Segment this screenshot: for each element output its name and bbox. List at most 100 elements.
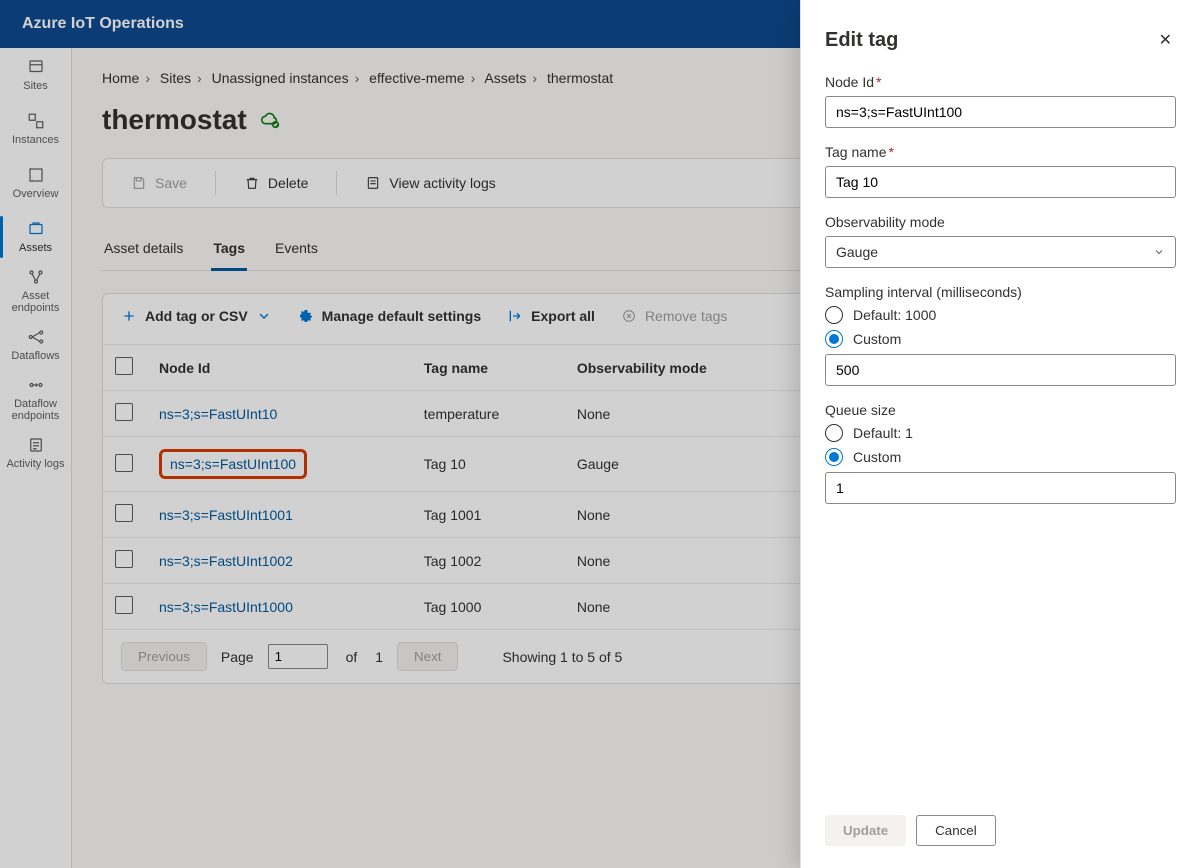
sidebar-item-assets[interactable]: Assets — [0, 210, 71, 264]
previous-button: Previous — [121, 642, 207, 671]
asset-endpoints-icon — [27, 268, 45, 286]
obs-mode-cell: Gauge — [565, 437, 802, 492]
gear-icon — [298, 308, 314, 324]
radio-icon — [825, 330, 843, 348]
panel-title: Edit tag — [825, 29, 898, 52]
sidebar-item-overview[interactable]: Overview — [0, 156, 71, 210]
row-checkbox[interactable] — [115, 403, 133, 421]
edit-tag-panel: Edit tag ✕ Node Id* Tag name* Observabil… — [800, 0, 1200, 868]
sampling-value-input[interactable] — [825, 354, 1176, 386]
tag-name-input[interactable] — [825, 166, 1176, 198]
breadcrumb-item[interactable]: Sites — [160, 70, 191, 86]
sidebar-item-activity-logs[interactable]: Activity logs — [0, 426, 71, 480]
node-id-cell[interactable]: ns=3;s=FastUInt1000 — [147, 584, 412, 630]
radio-icon — [825, 448, 843, 466]
select-all-checkbox[interactable] — [115, 357, 133, 375]
page-title: thermostat — [102, 104, 247, 136]
app-title: Azure IoT Operations — [22, 15, 184, 33]
remove-icon — [621, 308, 637, 324]
plus-icon — [121, 308, 137, 324]
sidebar-item-instances[interactable]: Instances — [0, 102, 71, 156]
row-checkbox[interactable] — [115, 596, 133, 614]
radio-icon — [825, 306, 843, 324]
sidebar-item-asset-endpoints[interactable]: Asset endpoints — [0, 264, 71, 318]
sidebar-item-label: Dataflows — [11, 350, 59, 362]
sampling-label: Sampling interval (milliseconds) — [825, 284, 1176, 300]
cancel-button[interactable]: Cancel — [916, 815, 996, 846]
tag-name-cell: temperature — [412, 391, 565, 437]
page-total: 1 — [375, 649, 383, 665]
sampling-custom-radio[interactable]: Custom — [825, 330, 1176, 348]
node-id-input[interactable] — [825, 96, 1176, 128]
node-id-cell[interactable]: ns=3;s=FastUInt100 — [147, 437, 412, 492]
close-icon[interactable]: ✕ — [1155, 26, 1176, 54]
pager-status: Showing 1 to 5 of 5 — [502, 649, 622, 665]
obs-mode-select[interactable]: Gauge — [825, 236, 1176, 268]
sidebar-item-label: Assets — [19, 242, 52, 254]
delete-button[interactable]: Delete — [234, 169, 318, 197]
obs-mode-cell: None — [565, 584, 802, 630]
sidebar-item-label: Activity logs — [6, 458, 64, 470]
breadcrumb-item[interactable]: effective-meme — [369, 70, 464, 86]
breadcrumb-item[interactable]: Home — [102, 70, 139, 86]
queue-custom-radio[interactable]: Custom — [825, 448, 1176, 466]
save-icon — [131, 175, 147, 191]
sidebar-item-label: Dataflow endpoints — [2, 398, 69, 422]
view-logs-button[interactable]: View activity logs — [355, 169, 505, 197]
sites-icon — [27, 58, 45, 76]
sidebar-item-sites[interactable]: Sites — [0, 48, 71, 102]
tab-events[interactable]: Events — [273, 234, 320, 270]
queue-default-radio[interactable]: Default: 1 — [825, 424, 1176, 442]
sidebar: Sites Instances Overview Assets Asset en… — [0, 48, 72, 868]
overview-icon — [27, 166, 45, 184]
instances-icon — [27, 112, 45, 130]
tab-asset-details[interactable]: Asset details — [102, 234, 185, 270]
node-id-cell[interactable]: ns=3;s=FastUInt10 — [147, 391, 412, 437]
tag-name-cell: Tag 10 — [412, 437, 565, 492]
sidebar-item-label: Asset endpoints — [2, 290, 69, 314]
obs-mode-cell: None — [565, 391, 802, 437]
tag-name-label: Tag name* — [825, 144, 1176, 160]
dataflows-icon — [27, 328, 45, 346]
next-button: Next — [397, 642, 458, 671]
node-id-cell[interactable]: ns=3;s=FastUInt1001 — [147, 492, 412, 538]
cloud-synced-icon — [259, 109, 281, 131]
col-tag-name[interactable]: Tag name — [412, 345, 565, 391]
row-checkbox[interactable] — [115, 454, 133, 472]
sidebar-item-dataflow-endpoints[interactable]: Dataflow endpoints — [0, 372, 71, 426]
col-obs-mode[interactable]: Observability mode — [565, 345, 802, 391]
sidebar-item-label: Overview — [13, 188, 59, 200]
breadcrumb-item[interactable]: Unassigned instances — [212, 70, 349, 86]
sidebar-item-dataflows[interactable]: Dataflows — [0, 318, 71, 372]
tag-name-cell: Tag 1000 — [412, 584, 565, 630]
export-button[interactable]: Export all — [507, 308, 595, 324]
page-label: Page — [221, 649, 254, 665]
tag-name-cell: Tag 1001 — [412, 492, 565, 538]
node-id-cell[interactable]: ns=3;s=FastUInt1002 — [147, 538, 412, 584]
breadcrumb-item[interactable]: Assets — [484, 70, 526, 86]
tab-tags[interactable]: Tags — [211, 234, 247, 271]
assets-icon — [27, 220, 45, 238]
update-button: Update — [825, 815, 906, 846]
queue-value-input[interactable] — [825, 472, 1176, 504]
sidebar-item-label: Instances — [12, 134, 59, 146]
obs-mode-cell: None — [565, 492, 802, 538]
activity-logs-icon — [27, 436, 45, 454]
breadcrumb-item: thermostat — [547, 70, 613, 86]
export-icon — [507, 308, 523, 324]
manage-defaults-button[interactable]: Manage default settings — [298, 308, 481, 324]
tag-name-cell: Tag 1002 — [412, 538, 565, 584]
node-id-label: Node Id* — [825, 74, 1176, 90]
add-tag-button[interactable]: Add tag or CSV — [121, 308, 272, 324]
chevron-down-icon — [256, 308, 272, 324]
row-checkbox[interactable] — [115, 550, 133, 568]
save-button: Save — [121, 169, 197, 197]
remove-tags-button: Remove tags — [621, 308, 727, 324]
sidebar-item-label: Sites — [23, 80, 47, 92]
chevron-down-icon — [1153, 246, 1165, 258]
row-checkbox[interactable] — [115, 504, 133, 522]
sampling-default-radio[interactable]: Default: 1000 — [825, 306, 1176, 324]
trash-icon — [244, 175, 260, 191]
page-input[interactable] — [268, 644, 328, 669]
col-node-id[interactable]: Node Id — [147, 345, 412, 391]
